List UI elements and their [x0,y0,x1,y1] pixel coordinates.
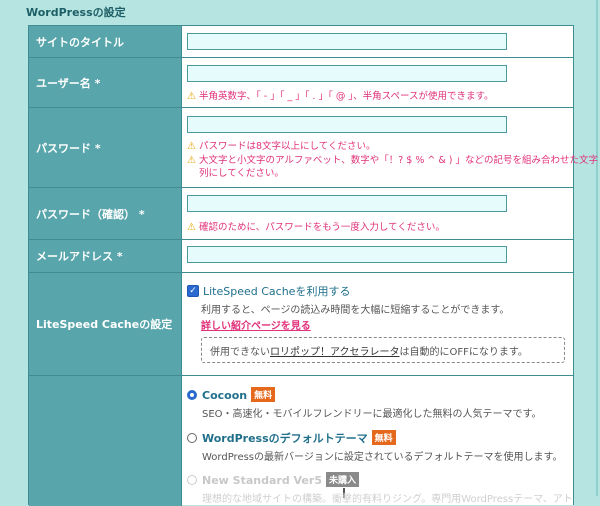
theme-name-cocoon[interactable]: Cocoon 無料 [202,387,276,402]
litespeed-checkbox[interactable]: ✓ [187,285,199,297]
note-prefix: 併用できない [210,346,270,358]
free-badge: 無料 [251,387,276,402]
row-litespeed: LiteSpeed Cacheの設定 ✓ LiteSpeed Cacheを利用す… [29,273,573,376]
row-email: メールアドレス * [29,240,573,273]
litespeed-description: 利用すると、ページの読込み時間を大幅に短縮することができます。 [201,305,510,316]
litespeed-label: LiteSpeed Cacheの設定 [29,273,182,375]
litespeed-checkbox-label: LiteSpeed Cacheを利用する [203,285,351,298]
password-confirm-input[interactable] [187,195,507,212]
litespeed-checkbox-row[interactable]: ✓ LiteSpeed Cacheを利用する [187,283,350,299]
theme-desc-default: WordPressの最新バージョンに設定されているデフォルトテーマを使用します。 [202,452,563,463]
free-badge: 無料 [371,430,396,445]
note-suffix: は自動的にOFFになります。 [399,346,528,358]
litespeed-note-box: 併用できない ロリポップ！アクセラレータ は自動的にOFFになります。 [201,337,565,363]
site-title-input[interactable] [187,33,507,50]
username-hint: ⚠ 半角英数字、「 - 」「 _ 」「 . 」「 @ 」、半角スペースが使用できま… [187,91,494,102]
username-input[interactable] [187,65,507,82]
section-title: WordPressの設定 [26,6,126,19]
site-title-label: サイトのタイトル [29,26,182,57]
theme-desc-cocoon: SEO・高速化・モバイルフレンドリーに最適化した無料の人気テーマです。 [202,409,542,420]
password-hint-length: ⚠ パスワードは8文字以上にしてください。 [187,141,376,152]
password-confirm-hint: ⚠ 確認のために、パスワードをもう一度入力してください。 [187,222,445,233]
email-input[interactable] [187,246,507,263]
password-input[interactable] [187,116,507,133]
accelerator-link[interactable]: ロリポップ！アクセラレータ [270,343,400,358]
theme-desc-new-standard: 理想的な地域サイトの構築。衝撃的有料りジング。専門用WordPressテーマ、ア… [202,494,573,505]
password-hint-chars: ⚠ 大文字と小文字のアルファベット、数字や「！? $ % ^ & ) 」などの記号… [187,155,599,179]
row-password: パスワード * ⚠ パスワードは8文字以上にしてください。 ⚠ 大文字と小文字のアル… [29,108,598,188]
theme-name-default[interactable]: WordPressのデフォルトテーマ 無料 [202,430,396,446]
warning-icon: ⚠ [187,91,196,102]
warning-icon: ⚠ [187,222,196,233]
warning-icon: ⚠ [187,155,196,166]
theme-name-new-standard: New Standard Ver5 未購入 [202,472,359,487]
password-confirm-label: パスワード（確認） * [29,188,182,239]
password-label: パスワード * [29,108,182,187]
litespeed-detail-link[interactable]: 詳しい紹介ページを見る [201,317,311,332]
email-label: メールアドレス * [29,240,182,272]
warning-icon: ⚠ [187,141,196,152]
theme-radio-new-standard [187,475,197,485]
row-theme: Cocoon 無料 SEO・高速化・モバイルフレンドリーに最適化した無料の人気テー… [29,376,573,506]
row-username: ユーザー名 * ⚠ 半角英数字、「 - 」「 _ 」「 . 」「 @ 」、半角スペ… [29,58,573,108]
theme-radio-cocoon[interactable] [187,390,197,400]
theme-label [29,376,182,506]
theme-radio-default[interactable] [187,433,197,443]
settings-table: サイトのタイトル ユーザー名 * ⚠ 半角英数字、「 - 」「 _ 」「 . 」「… [28,25,598,506]
username-label: ユーザー名 * [29,58,182,107]
unpurchased-badge: 未購入 [325,472,359,487]
row-password-confirm: パスワード（確認） * ⚠ 確認のために、パスワードをもう一度入力してください。 [29,188,573,240]
row-site-title: サイトのタイトル [29,26,573,58]
